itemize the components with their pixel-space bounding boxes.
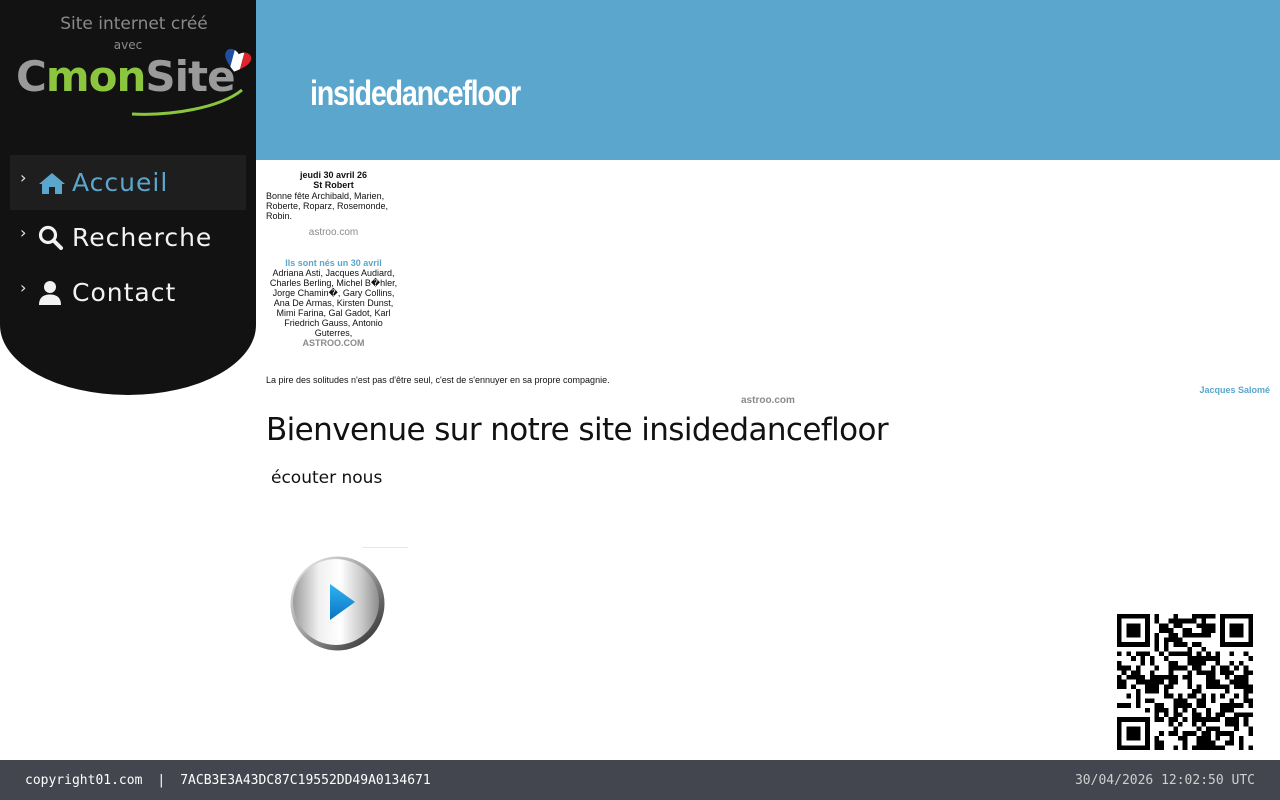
footer-timestamp: 30/04/2026 12:02:50 UTC	[1074, 773, 1255, 788]
chevron-right-icon: ›	[20, 223, 27, 242]
births-title[interactable]: Ils sont nés un 30 avril	[266, 258, 401, 268]
qr-code	[1117, 614, 1253, 750]
footer: copyright01.com | 7ACB3E3A43DC87C19552DD49…	[0, 760, 1280, 800]
fete-link[interactable]: astroo.com	[266, 227, 401, 238]
logo-swoosh	[131, 88, 243, 116]
sidebar-item-recherche[interactable]: › Recherche	[10, 210, 246, 265]
play-button[interactable]	[289, 555, 386, 652]
sidebar-item-contact[interactable]: › Contact	[10, 265, 246, 320]
home-icon	[38, 170, 68, 196]
french-flag-heart-icon	[222, 48, 252, 74]
births-link[interactable]: ASTROO.COM	[266, 338, 401, 348]
quote-link[interactable]: astroo.com	[741, 395, 795, 406]
sidebar-item-label: Recherche	[72, 223, 213, 252]
quote-text: La pire des solitudes n'est pas d'être s…	[266, 375, 610, 385]
site-title[interactable]: insidedancefloor	[310, 74, 521, 114]
footer-copyright-link[interactable]: copyright01.com	[25, 773, 142, 788]
sidebar-item-label: Contact	[72, 278, 177, 307]
fete-text: Bonne fête Archibald, Marien, Roberte, R…	[266, 191, 389, 221]
births-names: Adriana Asti, Jacques Audiard, Charles B…	[269, 268, 398, 338]
sidebar: Site internet créé avec CmonSite › Accue…	[0, 0, 256, 395]
footer-hash: 7ACB3E3A43DC87C19552DD49A0134671	[180, 773, 431, 788]
footer-separator: |	[157, 773, 166, 788]
fete-date: jeudi 30 avril 26	[299, 170, 368, 180]
fete-widget: jeudi 30 avril 26 St Robert Bonne fête A…	[266, 170, 401, 238]
chevron-right-icon: ›	[20, 168, 27, 187]
quote-author[interactable]: Jacques Salomé	[1199, 385, 1270, 395]
header-banner: insidedancefloor	[256, 0, 1280, 160]
brand-tagline-avec: avec	[113, 38, 143, 52]
sidebar-item-accueil[interactable]: › Accueil	[10, 155, 246, 210]
player-divider	[362, 547, 408, 548]
listen-label: écouter nous	[271, 468, 383, 488]
births-widget: Ils sont nés un 30 avril Adriana Asti, J…	[266, 258, 401, 348]
chevron-right-icon: ›	[20, 278, 27, 297]
welcome-heading: Bienvenue sur notre site insidedancefloo…	[266, 412, 889, 448]
fete-saint: St Robert	[313, 180, 354, 190]
user-icon	[38, 280, 68, 306]
brand-tagline: Site internet créé	[60, 14, 208, 34]
search-icon	[38, 225, 68, 251]
sidebar-item-label: Accueil	[72, 168, 169, 197]
